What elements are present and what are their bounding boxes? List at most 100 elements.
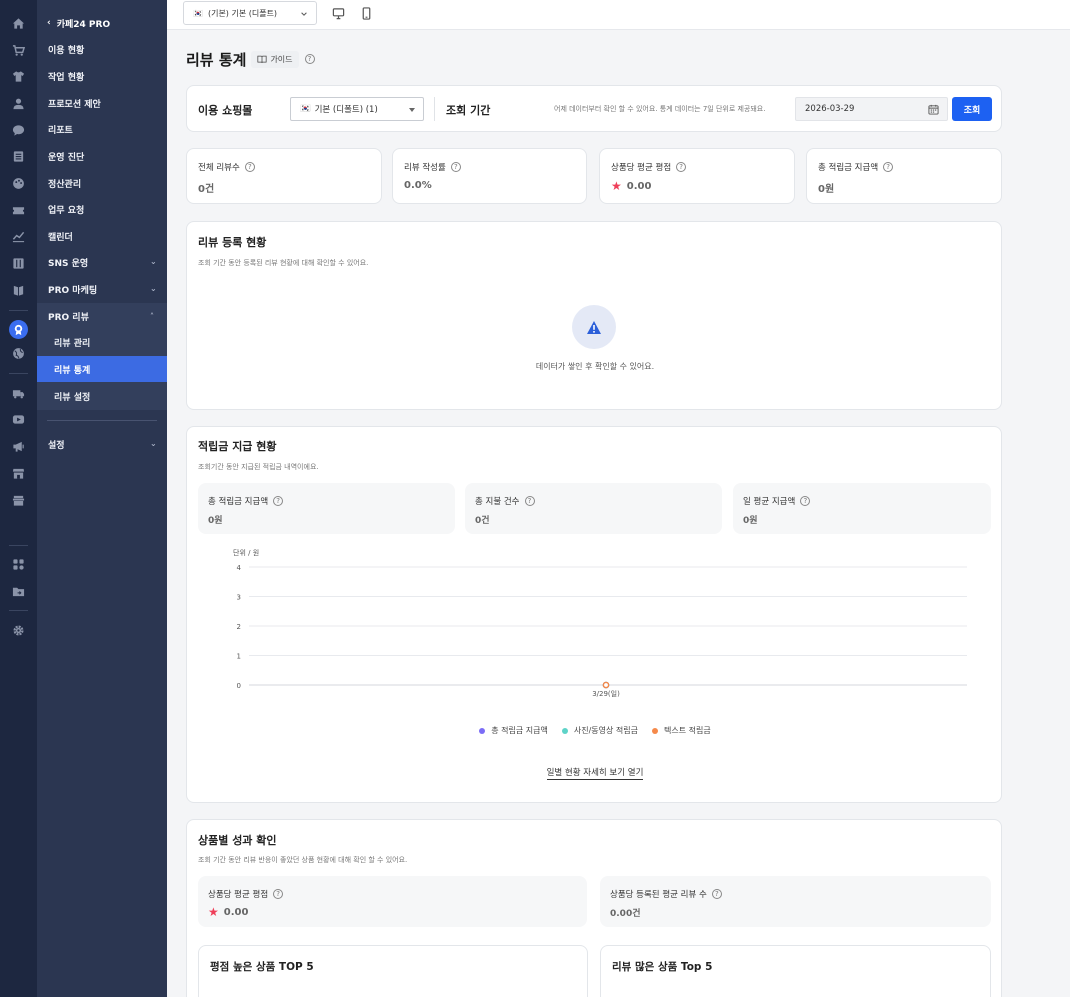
- date-value: 2026-03-29: [805, 104, 855, 114]
- legend-item[interactable]: 총 적립금 지급액: [479, 725, 548, 736]
- store-icon[interactable]: [12, 467, 25, 480]
- palette-icon[interactable]: [12, 177, 25, 190]
- sidebar-sub-review-manage[interactable]: 리뷰 관리: [37, 329, 167, 355]
- legend-dot: [479, 727, 486, 734]
- help-icon[interactable]: ?: [273, 889, 284, 899]
- chart-point-3[interactable]: [602, 681, 610, 689]
- help-icon[interactable]: ?: [711, 889, 722, 899]
- legend-label: 텍스트 적립금: [664, 726, 711, 735]
- y-tick-label: 0: [237, 682, 241, 690]
- y-tick-label: 4: [237, 564, 242, 572]
- sidebar-sub-review-settings[interactable]: 리뷰 설정: [37, 383, 167, 409]
- chevron-left-icon: ‹: [47, 18, 51, 28]
- book-icon[interactable]: [12, 284, 25, 297]
- sidebar-item-diagnosis[interactable]: 운영 진단: [37, 143, 167, 169]
- sidebar-item-label: 프로모션 제안: [48, 99, 101, 110]
- board-icon[interactable]: [12, 257, 25, 270]
- help-icon[interactable]: ?: [883, 162, 894, 172]
- chevron-down-icon: [301, 12, 307, 16]
- mobile-view-icon[interactable]: [359, 6, 373, 20]
- sidebar-item-report[interactable]: 리포트: [37, 116, 167, 142]
- sidebar-item-usage[interactable]: 이용 현황: [37, 36, 167, 62]
- sidebar-item-label: 캘린더: [48, 232, 73, 243]
- globe-icon[interactable]: [12, 347, 25, 360]
- date-input[interactable]: 2026-03-29: [795, 97, 948, 121]
- search-button[interactable]: 조회: [952, 97, 992, 121]
- help-icon[interactable]: ?: [244, 162, 255, 172]
- sidebar-item-label: 이용 현황: [48, 45, 85, 56]
- sidebar-item-label: 리포트: [48, 125, 73, 136]
- sidebar-item-request[interactable]: 업무 요청: [37, 196, 167, 222]
- shop-label: 이용 쇼핑몰: [198, 104, 253, 117]
- truck-icon[interactable]: [12, 387, 25, 400]
- home-icon[interactable]: [12, 17, 25, 30]
- sidebar-item-sns[interactable]: SNS 운영 ⌄: [37, 249, 167, 275]
- daily-detail-link-label[interactable]: 일별 현황 자세히 보기 열기: [546, 768, 644, 780]
- desktop-view-icon[interactable]: [331, 6, 345, 20]
- help-icon[interactable]: ?: [450, 162, 461, 172]
- megaphone-icon[interactable]: [12, 440, 25, 453]
- star-icon: ★: [208, 905, 219, 919]
- sidebar-item-pro-review[interactable]: PRO 리뷰 ˄: [37, 303, 167, 329]
- sidebar-item-work-status[interactable]: 작업 현황: [37, 63, 167, 89]
- calendar-icon[interactable]: [928, 104, 939, 115]
- pro-review-icon[interactable]: [12, 323, 25, 336]
- product-performance-section: 상품별 성과 확인 조회 기간 동안 리뷰 반응이 좋았던 상품 현황에 대해 …: [186, 819, 1002, 997]
- filter-bar: 이용 쇼핑몰 🇰🇷 기본 (디폴트) (1) 조회 기간 어제 데이터부터 확인…: [186, 85, 1002, 132]
- y-tick-label: 1: [237, 653, 241, 661]
- sidebar-item-label: SNS 운영: [48, 258, 89, 269]
- video-icon[interactable]: [12, 413, 25, 426]
- help-icon[interactable]: ?: [304, 54, 315, 64]
- shop-icon[interactable]: [12, 494, 25, 507]
- sidebar: ‹ 카페24 PRO 이용 현황 작업 현황 프로모션 제안 리포트 운영 진단…: [37, 0, 167, 997]
- book-icon: [257, 55, 267, 63]
- stat-value: 0.00: [626, 180, 652, 192]
- filter-divider: [434, 97, 435, 121]
- legend-dot: [652, 727, 659, 734]
- folder-icon[interactable]: [12, 585, 25, 598]
- legend-item[interactable]: 텍스트 적립금: [652, 725, 711, 736]
- stat-card-avg-rating: 상품당 평균 평점? ★ 0.00: [599, 148, 795, 204]
- sidebar-item-label: 리뷰 설정: [54, 392, 91, 403]
- points-line-chart: 단위 / 원 4 3 2 1 0 3/29(일): [233, 548, 967, 698]
- sidebar-sub-review-stats[interactable]: 리뷰 통계: [37, 356, 167, 382]
- shop-select[interactable]: 🇰🇷 (기본) 기본 (디폴트): [183, 1, 317, 25]
- gear-icon[interactable]: [12, 624, 25, 637]
- stat-label: 리뷰 작성률: [404, 163, 446, 173]
- legend-item[interactable]: 사진/동영상 적립금: [561, 725, 638, 736]
- stat-label: 상품당 등록된 평균 리뷰 수: [610, 890, 707, 900]
- legend-dot: [561, 727, 568, 734]
- stat-label: 전체 리뷰수: [198, 163, 240, 173]
- chart-legend: 총 적립금 지급액 사진/동영상 적립금 텍스트 적립금: [187, 725, 1003, 736]
- chat-icon[interactable]: [12, 124, 25, 137]
- sidebar-item-pro-marketing[interactable]: PRO 마케팅 ⌄: [37, 276, 167, 302]
- shop-select-value: (기본) 기본 (디폴트): [207, 8, 278, 18]
- sidebar-item-settlement[interactable]: 정산관리: [37, 170, 167, 196]
- shirt-icon[interactable]: [12, 70, 25, 83]
- empty-state-text: 데이터가 쌓인 후 확인할 수 있어요.: [535, 362, 655, 371]
- icon-rail: [0, 0, 37, 997]
- guide-button[interactable]: 가이드: [251, 50, 299, 68]
- sidebar-item-settings[interactable]: 설정 ⌄: [37, 431, 167, 457]
- ticket-icon[interactable]: [12, 204, 25, 217]
- apps-icon[interactable]: [12, 558, 25, 571]
- daily-detail-link[interactable]: 일별 현황 자세히 보기 열기: [187, 764, 1003, 780]
- user-icon[interactable]: [12, 97, 25, 110]
- chart-unit-label: 단위 / 원: [233, 548, 259, 557]
- cart-icon[interactable]: [12, 44, 25, 57]
- shop-dropdown[interactable]: 🇰🇷 기본 (디폴트) (1): [290, 97, 424, 121]
- chart-icon[interactable]: [12, 230, 25, 243]
- period-note: 어제 데이터부터 확인 할 수 있어요. 통계 데이터는 7일 단위로 제공돼요…: [554, 105, 766, 113]
- help-icon[interactable]: ?: [676, 162, 687, 172]
- sidebar-item-label: 작업 현황: [48, 72, 85, 83]
- list-icon[interactable]: [12, 150, 25, 163]
- chevron-down-icon: ⌄: [150, 284, 157, 293]
- y-tick-label: 2: [237, 623, 241, 631]
- stat-card-total-reviews: 전체 리뷰수? 0건: [186, 148, 382, 204]
- sidebar-back-link[interactable]: ‹ 카페24 PRO: [47, 16, 110, 30]
- korea-flag-icon: 🇰🇷: [300, 104, 311, 114]
- sidebar-item-calendar[interactable]: 캘린더: [37, 223, 167, 249]
- page-title: 리뷰 통계: [186, 50, 247, 69]
- sidebar-item-promotion[interactable]: 프로모션 제안: [37, 90, 167, 116]
- panel-title: 리뷰 많은 상품 Top 5: [612, 961, 713, 973]
